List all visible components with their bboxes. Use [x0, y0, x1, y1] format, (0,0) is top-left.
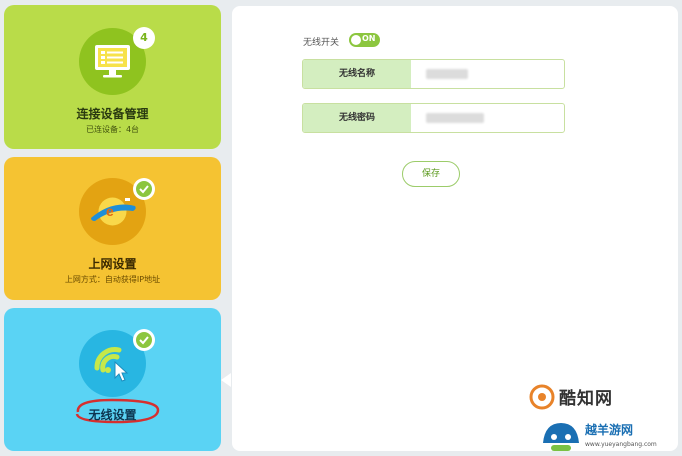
wireless-name-field[interactable]: 无线名称	[302, 59, 565, 89]
wireless-toggle[interactable]: ON	[349, 33, 380, 47]
card-title-devices: 连接设备管理	[76, 107, 149, 121]
watermark-yueyang-logo-icon	[543, 423, 579, 451]
save-button[interactable]: 保存	[402, 161, 460, 187]
selected-card-pointer	[221, 373, 231, 387]
toggle-state-text: ON	[362, 34, 376, 43]
wireless-password-field[interactable]: 无线密码	[302, 103, 565, 133]
card-subtitle-devices: 已连设备：4台	[85, 125, 140, 134]
check-icon	[136, 332, 152, 348]
wireless-password-value-blurred[interactable]	[426, 113, 484, 123]
watermark-yueyang-url: www.yueyangbang.com	[585, 441, 657, 448]
card-title-internet: 上网设置	[88, 257, 137, 271]
check-badge	[133, 329, 155, 351]
wireless-password-label: 无线密码	[303, 104, 411, 132]
watermark-logo-icon	[529, 384, 555, 410]
toggle-knob	[351, 35, 361, 45]
watermark-yueyang-title: 越羊游网	[585, 423, 634, 437]
watermark-kuzhi-text: 酷知网	[559, 389, 613, 409]
device-count-badge: 4	[133, 27, 155, 49]
card-title-wireless: 无线设置	[88, 408, 137, 422]
check-badge	[133, 178, 155, 200]
wireless-toggle-label: 无线开关	[303, 38, 340, 48]
card-wireless-settings[interactable]: 无线设置	[4, 308, 221, 451]
wireless-name-label: 无线名称	[303, 60, 411, 88]
card-internet-settings[interactable]: e 上网设置 上网方式：自动获得IP地址	[4, 157, 221, 300]
check-icon	[136, 181, 152, 197]
card-device-management[interactable]: 4 连接设备管理 已连设备：4台	[4, 5, 221, 149]
svg-text:e: e	[106, 203, 114, 219]
wireless-name-value-blurred[interactable]	[426, 69, 468, 79]
watermark-kuzhi: 酷知网	[527, 380, 637, 414]
watermark-yueyang: 越羊游网 www.yueyangbang.com	[531, 413, 682, 456]
card-subtitle-internet: 上网方式：自动获得IP地址	[64, 275, 161, 284]
